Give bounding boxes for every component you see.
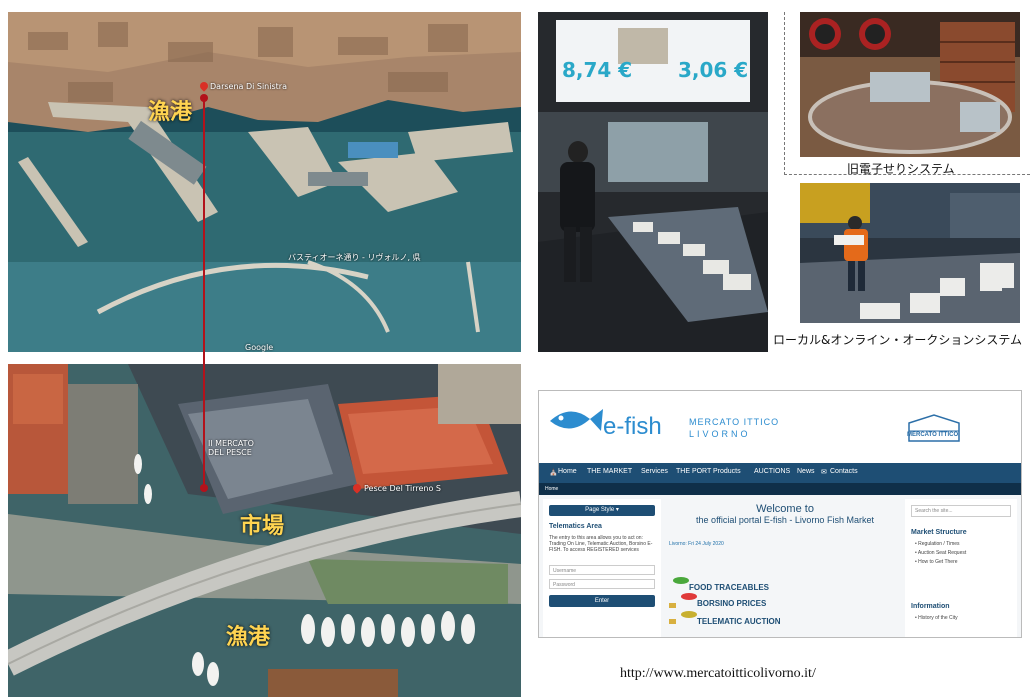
link-telematic-auction[interactable]: TELEMATIC AUCTION: [697, 617, 781, 626]
map-label-pesce-del-tirreno: Pesce Del Tirreno S: [364, 484, 441, 493]
fish-yellow-icon: [681, 611, 697, 618]
welcome-subheading: the official portal E-fish - Livorno Fis…: [696, 515, 874, 525]
map-label-darsena: Darsena Di Sinistra: [210, 82, 287, 91]
right-logo-text[interactable]: MERCATO ITTICO: [907, 432, 958, 438]
google-watermark: Google: [245, 343, 274, 352]
nav-item-contacts[interactable]: Contacts: [830, 468, 858, 475]
local-online-room-image: [800, 183, 1020, 323]
local-online-caption: ローカル&オンライン・オークションシステム: [773, 333, 1022, 347]
site-nav-bar: ⛪ Home THE MARKET Services THE PORT Prod…: [539, 463, 1021, 483]
site-header: e-fish MERCATO ITTICO LIVORNO MERCATO IT…: [539, 391, 1021, 463]
label-market: 市場: [240, 514, 285, 539]
structure-item-label: Regulation / Times: [918, 541, 960, 547]
info-item-label: History of the City: [918, 615, 958, 621]
enter-button[interactable]: Enter: [549, 595, 655, 607]
site-logo-text: e-fish: [603, 413, 662, 440]
price-display-1: 8,74 €: [562, 58, 633, 82]
market-structure-title: Market Structure: [911, 529, 967, 536]
nav-item-news[interactable]: News: [797, 468, 815, 475]
site-logo-sub-top: MERCATO ITTICO: [689, 417, 780, 427]
dropdown-caret-icon: ▾: [615, 507, 619, 513]
nav-item-the-port[interactable]: THE PORT: [676, 468, 711, 475]
site-body: Page Style ▾ Telematics Area The entry t…: [539, 495, 1021, 637]
aerial-photo-port: 漁港 Darsena Di Sinistra バスティオーネ通り - リヴォルノ…: [8, 12, 521, 352]
site-search-input[interactable]: Search the site...: [911, 505, 1011, 517]
information-title: Information: [911, 603, 950, 610]
site-date: Livorno: Fri 24 July 2020: [669, 541, 724, 547]
nav-home-icon[interactable]: ⛪: [549, 468, 558, 476]
aerial-port-image: [8, 12, 521, 352]
structure-item[interactable]: • Auction Seat Request: [915, 550, 966, 556]
telematics-text: The entry to this area allows you to act…: [549, 535, 653, 553]
local-online-auction-photo: [800, 183, 1020, 323]
old-auction-system-photo: [800, 12, 1020, 157]
old-system-caption: 旧電子せりシステム: [847, 162, 955, 176]
label-fishing-port: 漁港: [148, 100, 193, 125]
breadcrumb: Home: [539, 483, 1021, 495]
right-sidebar: Search the site... Market Structure • Re…: [905, 499, 1017, 637]
info-item[interactable]: • History of the City: [915, 615, 958, 621]
map-label-bastione: バスティオーネ通り - リヴォルノ, 県: [288, 253, 421, 262]
fish-red-icon: [681, 593, 697, 600]
aerial-photo-market: 市場 漁港 Il MERCATO DEL PESCE Pesce Del Tir…: [8, 364, 521, 697]
telematics-title: Telematics Area: [549, 523, 602, 530]
label-fishing-port-2: 漁港: [226, 625, 271, 650]
map-label-mercato: Il MERCATO DEL PESCE: [208, 439, 254, 457]
lock-icon: [669, 603, 676, 608]
price-display-2: 3,06 €: [678, 58, 749, 82]
fish-logo-icon: [550, 409, 603, 431]
structure-item-label: How to Get There: [918, 559, 958, 565]
market-hall-photo: 8,74 € 3,06 €: [538, 12, 768, 352]
connector-line: [203, 97, 205, 489]
efish-website-screenshot: e-fish MERCATO ITTICO LIVORNO MERCATO IT…: [538, 390, 1022, 638]
structure-item-label: Auction Seat Request: [917, 550, 967, 556]
link-borsino-prices[interactable]: BORSINO PRICES: [697, 599, 766, 608]
password-field[interactable]: Password: [549, 579, 655, 589]
site-logo-sub-bottom: LIVORNO: [689, 429, 751, 439]
structure-item[interactable]: • Regulation / Times: [915, 541, 960, 547]
website-url[interactable]: http://www.mercatoitticolivorno.it/: [620, 666, 816, 682]
structure-item[interactable]: • How to Get There: [915, 559, 958, 565]
welcome-heading: Welcome to: [756, 503, 814, 515]
telematics-panel: Page Style ▾ Telematics Area The entry t…: [543, 499, 661, 637]
breadcrumb-home[interactable]: Home: [545, 486, 558, 492]
nav-mail-icon[interactable]: ✉: [821, 468, 827, 476]
link-food-traceables[interactable]: FOOD TRACEABLES: [689, 583, 769, 592]
lock-icon: [669, 619, 676, 624]
connector-dot-bottom: [200, 484, 208, 492]
nav-item-the-market[interactable]: THE MARKET: [587, 468, 632, 475]
market-building-logo-icon: [908, 414, 960, 442]
nav-item-products[interactable]: Products: [713, 468, 741, 475]
connector-dot-top: [200, 94, 208, 102]
fish-green-icon: [673, 577, 689, 584]
nav-item-services[interactable]: Services: [641, 468, 668, 475]
old-auction-room-image: [800, 12, 1020, 157]
page-style-label: Page Style: [585, 507, 615, 513]
page-style-button[interactable]: Page Style ▾: [549, 505, 655, 516]
nav-item-home[interactable]: Home: [558, 468, 577, 475]
nav-item-auctions[interactable]: AUCTIONS: [754, 468, 790, 475]
username-field[interactable]: Username: [549, 565, 655, 575]
